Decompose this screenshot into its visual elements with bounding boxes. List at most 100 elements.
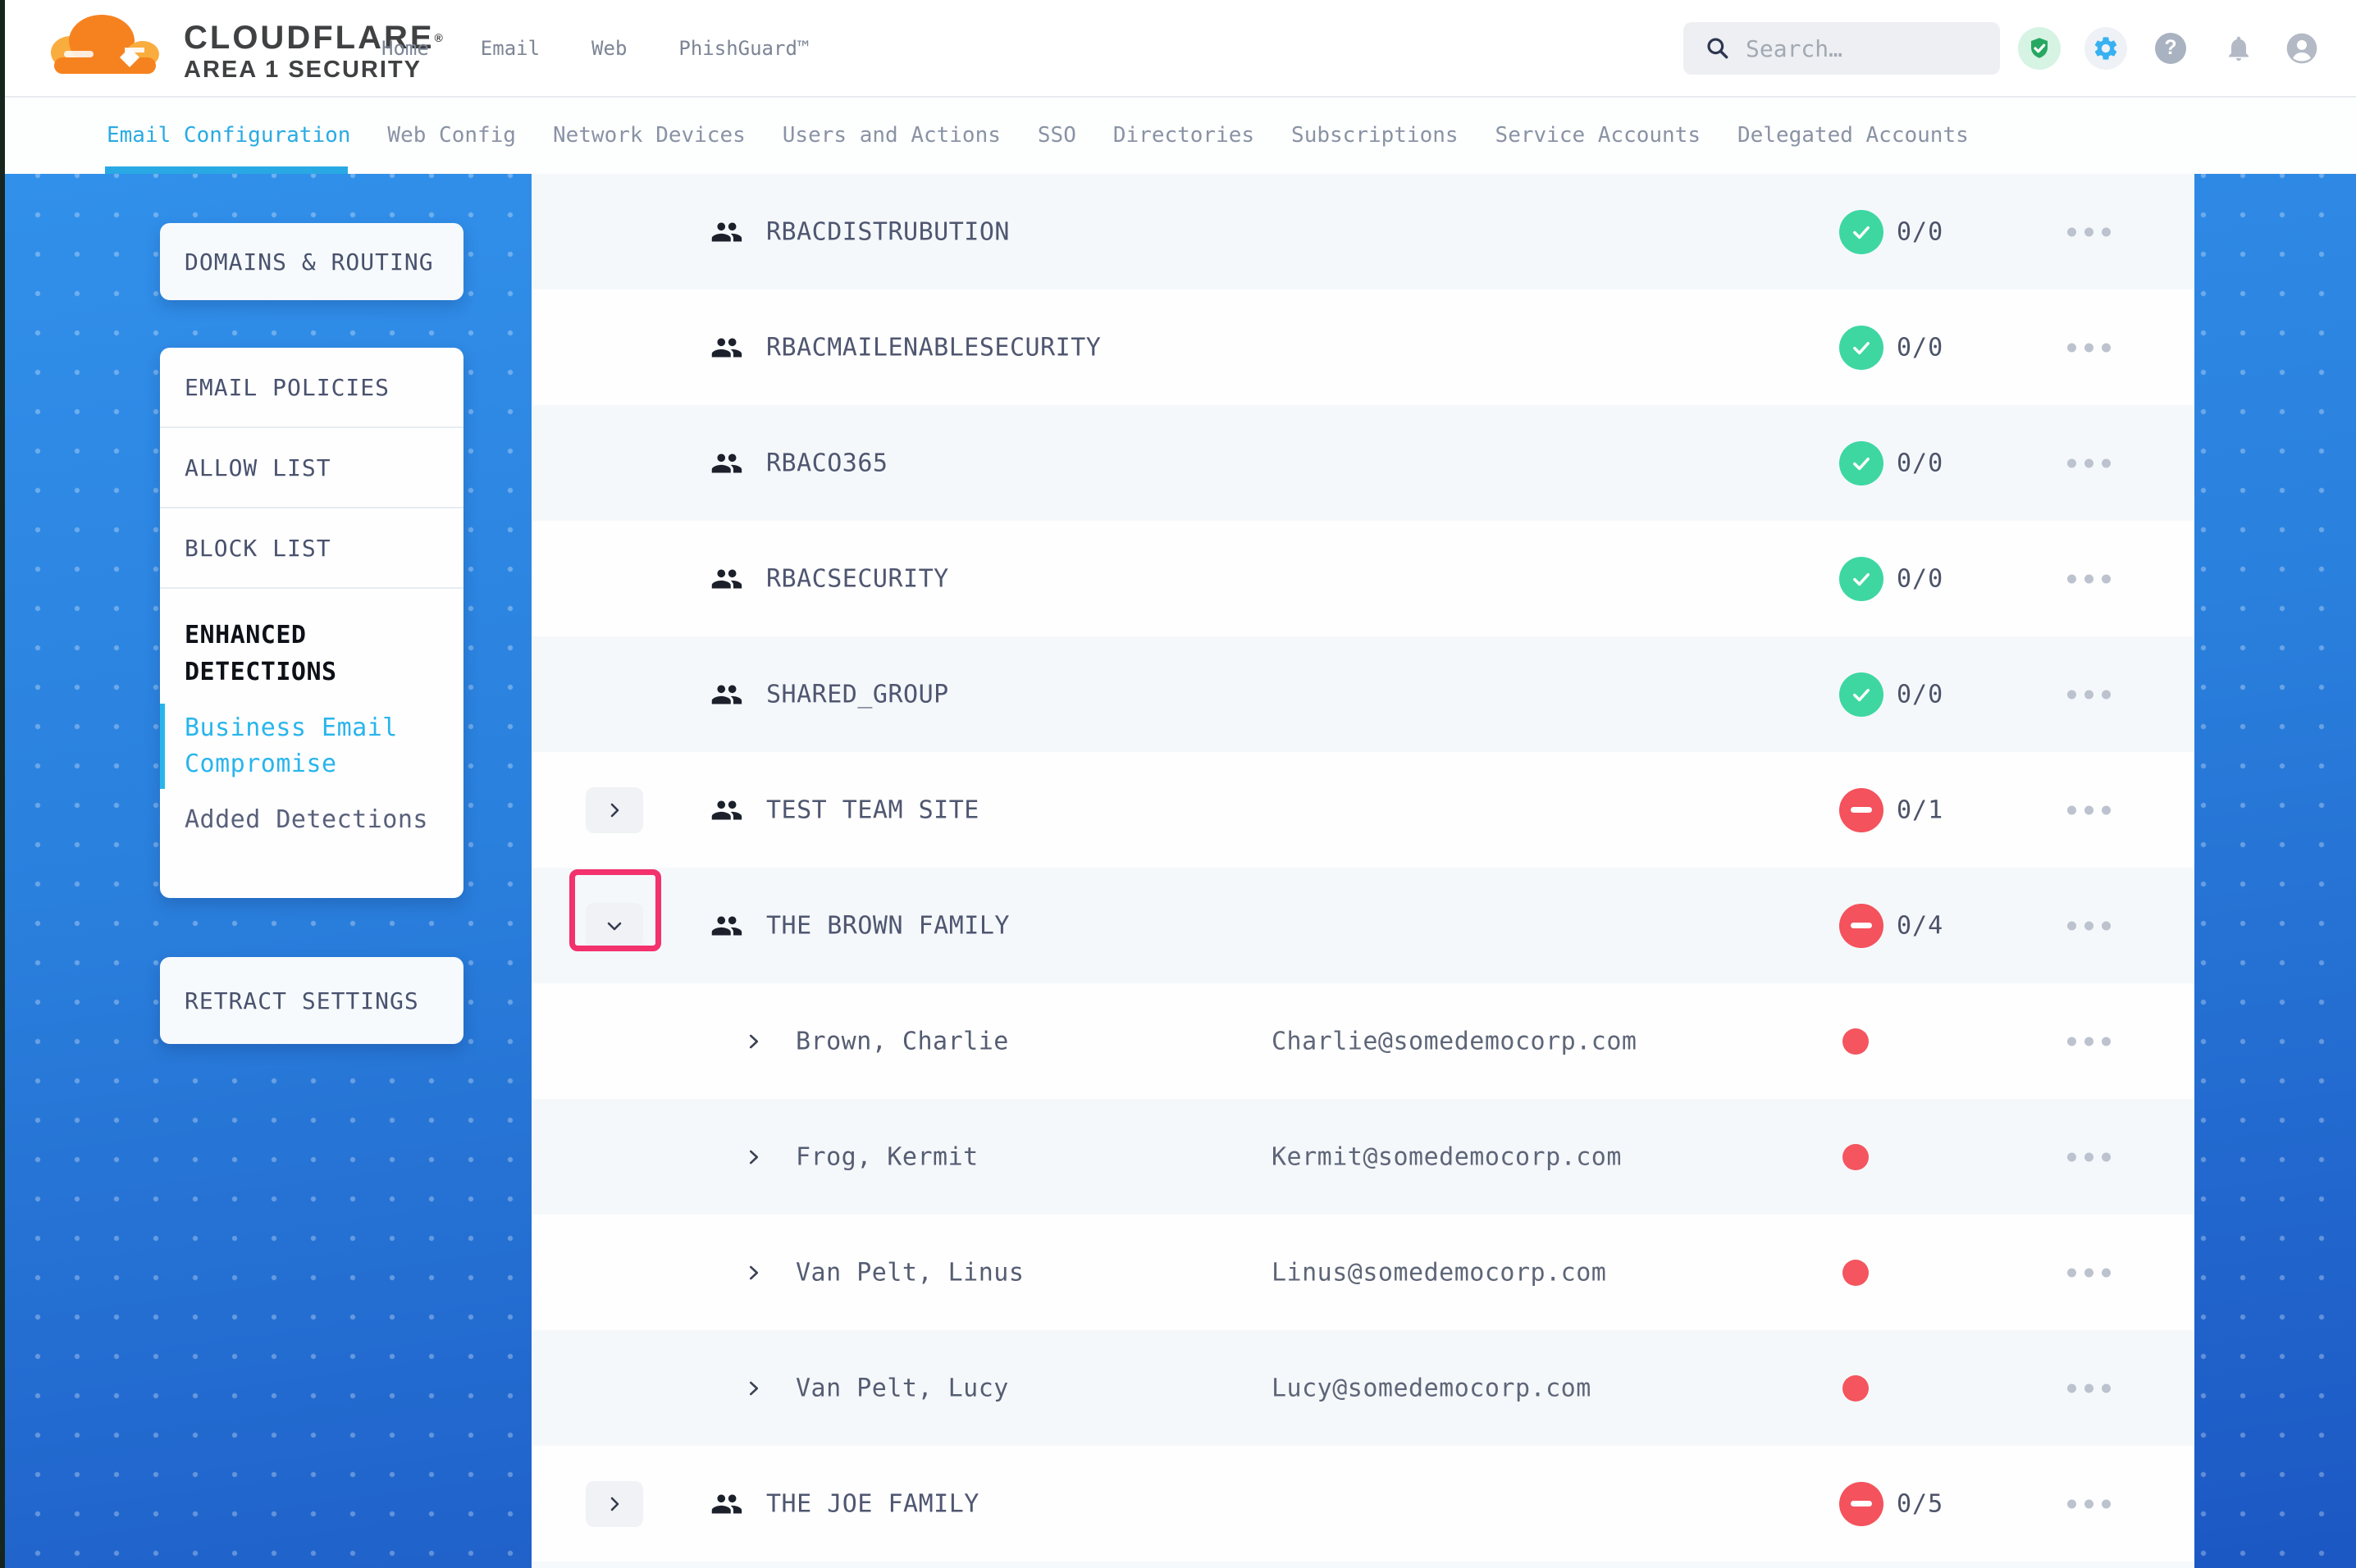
status-count: 0/4 — [1897, 911, 1943, 940]
nav-item-phishguard[interactable]: PhishGuard™ — [678, 37, 809, 60]
settings-tabs: Email Configuration Web Config Network D… — [107, 96, 1969, 174]
status-count: 0/5 — [1897, 1489, 1943, 1518]
member-name: Brown, Charlie — [796, 1027, 1009, 1055]
group-icon — [707, 329, 745, 367]
member-email: Kermit@somedemocorp.com — [1272, 1142, 1622, 1171]
expand-row-button[interactable] — [586, 1481, 643, 1527]
table-row-member[interactable]: Van Pelt, Lucy Lucy@somedemocorp.com — [532, 1330, 2194, 1446]
group-icon — [707, 676, 745, 713]
table-row-group[interactable]: RBACMAILENABLESECURITY 0/0 — [532, 289, 2194, 405]
table-row-group[interactable]: RBACSECURITY 0/0 — [532, 521, 2194, 636]
status-badge-enabled — [1839, 672, 1883, 717]
security-shield-button[interactable] — [2018, 0, 2061, 96]
row-actions-button[interactable] — [2059, 335, 2119, 360]
tab-network-devices[interactable]: Network Devices — [553, 123, 746, 148]
nav-item-web[interactable]: Web — [591, 37, 627, 60]
groups-table: RBACDISTRUBUTION 0/0 RBACMAILENABLESECUR… — [532, 174, 2194, 1568]
notifications-button[interactable] — [2223, 0, 2254, 96]
chevron-down-icon — [605, 916, 624, 936]
group-name: THE JOE FAMILY — [766, 1489, 979, 1518]
tab-subscriptions[interactable]: Subscriptions — [1291, 123, 1459, 148]
sidebar-policies-card: EMAIL POLICIES ALLOW LIST BLOCK LIST ENH… — [160, 348, 463, 898]
member-chevron-icon[interactable] — [743, 1378, 765, 1399]
nav-item-email[interactable]: Email — [481, 37, 540, 60]
row-actions-button[interactable] — [2059, 1260, 2119, 1285]
member-chevron-icon[interactable] — [743, 1031, 765, 1052]
tab-users-and-actions[interactable]: Users and Actions — [783, 123, 1001, 148]
help-button[interactable]: ? — [2155, 0, 2186, 96]
row-actions-button[interactable] — [2059, 797, 2119, 823]
search-icon — [1705, 35, 1731, 62]
collapse-row-button[interactable] — [586, 903, 643, 949]
status-badge-disabled — [1839, 788, 1883, 832]
settings-button[interactable] — [2084, 0, 2127, 96]
row-actions-button[interactable] — [2059, 913, 2119, 938]
row-actions-button[interactable] — [2059, 681, 2119, 707]
app-window: CLOUDFLARE® AREA 1 SECURITY Home Email W… — [0, 0, 2356, 1568]
status-badge-enabled — [1839, 557, 1883, 601]
row-actions-button[interactable] — [2059, 1375, 2119, 1401]
sidebar-item-block-list[interactable]: BLOCK LIST — [160, 508, 463, 589]
table-row-member[interactable]: Brown, Charlie Charlie@somedemocorp.com — [532, 983, 2194, 1099]
row-actions-button[interactable] — [2059, 450, 2119, 476]
tab-service-accounts[interactable]: Service Accounts — [1495, 123, 1701, 148]
table-row-member[interactable]: Van Pelt, Linus Linus@somedemocorp.com — [532, 1215, 2194, 1330]
member-chevron-icon[interactable] — [743, 1146, 765, 1168]
status-badge-disabled — [1839, 1482, 1883, 1526]
group-name: RBACMAILENABLESECURITY — [766, 333, 1101, 362]
table-row-group[interactable]: RBACO365 0/0 — [532, 405, 2194, 521]
row-actions-button[interactable] — [2059, 219, 2119, 244]
help-icon: ? — [2164, 36, 2176, 60]
sidebar-item-allow-list[interactable]: ALLOW LIST — [160, 428, 463, 508]
tab-sso[interactable]: SSO — [1038, 123, 1076, 148]
sidebar-item-email-policies[interactable]: EMAIL POLICIES — [160, 348, 463, 428]
sidebar-label: RETRACT SETTINGS — [185, 987, 419, 1014]
status-badge-enabled — [1839, 210, 1883, 254]
expand-row-button[interactable] — [586, 787, 643, 833]
table-row-member[interactable]: Frog, Kermit Kermit@somedemocorp.com — [532, 1099, 2194, 1215]
search-input[interactable] — [1744, 34, 1993, 63]
member-email: Linus@somedemocorp.com — [1272, 1258, 1606, 1287]
row-actions-button[interactable] — [2059, 1491, 2119, 1516]
group-icon — [707, 791, 745, 829]
status-count: 0/0 — [1897, 680, 1943, 709]
status-count: 0/0 — [1897, 449, 1943, 477]
nav-item-home[interactable]: Home — [381, 37, 429, 60]
tab-delegated-accounts[interactable]: Delegated Accounts — [1737, 123, 1969, 148]
group-icon — [707, 444, 745, 482]
table-row-group[interactable]: RBACDISTRUBUTION 0/0 — [532, 174, 2194, 289]
global-search[interactable] — [1683, 22, 2000, 75]
member-chevron-icon[interactable] — [743, 1262, 765, 1283]
group-name: RBACDISTRUBUTION — [766, 217, 1010, 246]
top-header-bar: CLOUDFLARE® AREA 1 SECURITY Home Email W… — [0, 0, 2356, 98]
bell-icon — [2224, 34, 2253, 63]
status-dot-disabled — [1842, 1028, 1869, 1055]
table-row-group[interactable]: SHARED_GROUP 0/0 — [532, 636, 2194, 752]
primary-nav: Home Email Web PhishGuard™ — [381, 0, 809, 96]
row-actions-button[interactable] — [2059, 1028, 2119, 1054]
status-count: 0/0 — [1897, 217, 1943, 246]
chevron-right-icon — [605, 800, 624, 820]
table-row-group[interactable]: THE JOE FAMILY 0/5 — [532, 1446, 2194, 1561]
table-row-group[interactable]: THE BROWN FAMILY 0/4 — [532, 868, 2194, 983]
sidebar-item-business-email-compromise[interactable]: Business Email Compromise — [185, 710, 406, 782]
secondary-nav-bar: Email Configuration Web Config Network D… — [0, 96, 2356, 174]
group-icon — [707, 560, 745, 598]
shield-check-icon — [2027, 36, 2052, 61]
sidebar-item-added-detections[interactable]: Added Detections — [185, 805, 439, 834]
account-button[interactable] — [2285, 0, 2318, 96]
member-name: Van Pelt, Linus — [796, 1258, 1024, 1287]
table-row-group[interactable]: TEST TEAM SITE 0/1 — [532, 752, 2194, 868]
row-actions-button[interactable] — [2059, 566, 2119, 591]
group-icon — [707, 213, 745, 251]
member-name: Van Pelt, Lucy — [796, 1374, 1009, 1402]
sidebar-item-retract-settings[interactable]: RETRACT SETTINGS — [160, 957, 463, 1044]
tab-web-config[interactable]: Web Config — [387, 123, 516, 148]
tab-email-configuration[interactable]: Email Configuration — [107, 123, 350, 148]
gear-icon — [2092, 34, 2120, 62]
tab-directories[interactable]: Directories — [1113, 123, 1254, 148]
enhanced-detections-section: ENHANCED DETECTIONS Business Email Compr… — [160, 589, 463, 834]
sidebar-item-domains-routing[interactable]: DOMAINS & ROUTING — [160, 223, 463, 300]
account-icon — [2285, 32, 2318, 65]
row-actions-button[interactable] — [2059, 1144, 2119, 1169]
